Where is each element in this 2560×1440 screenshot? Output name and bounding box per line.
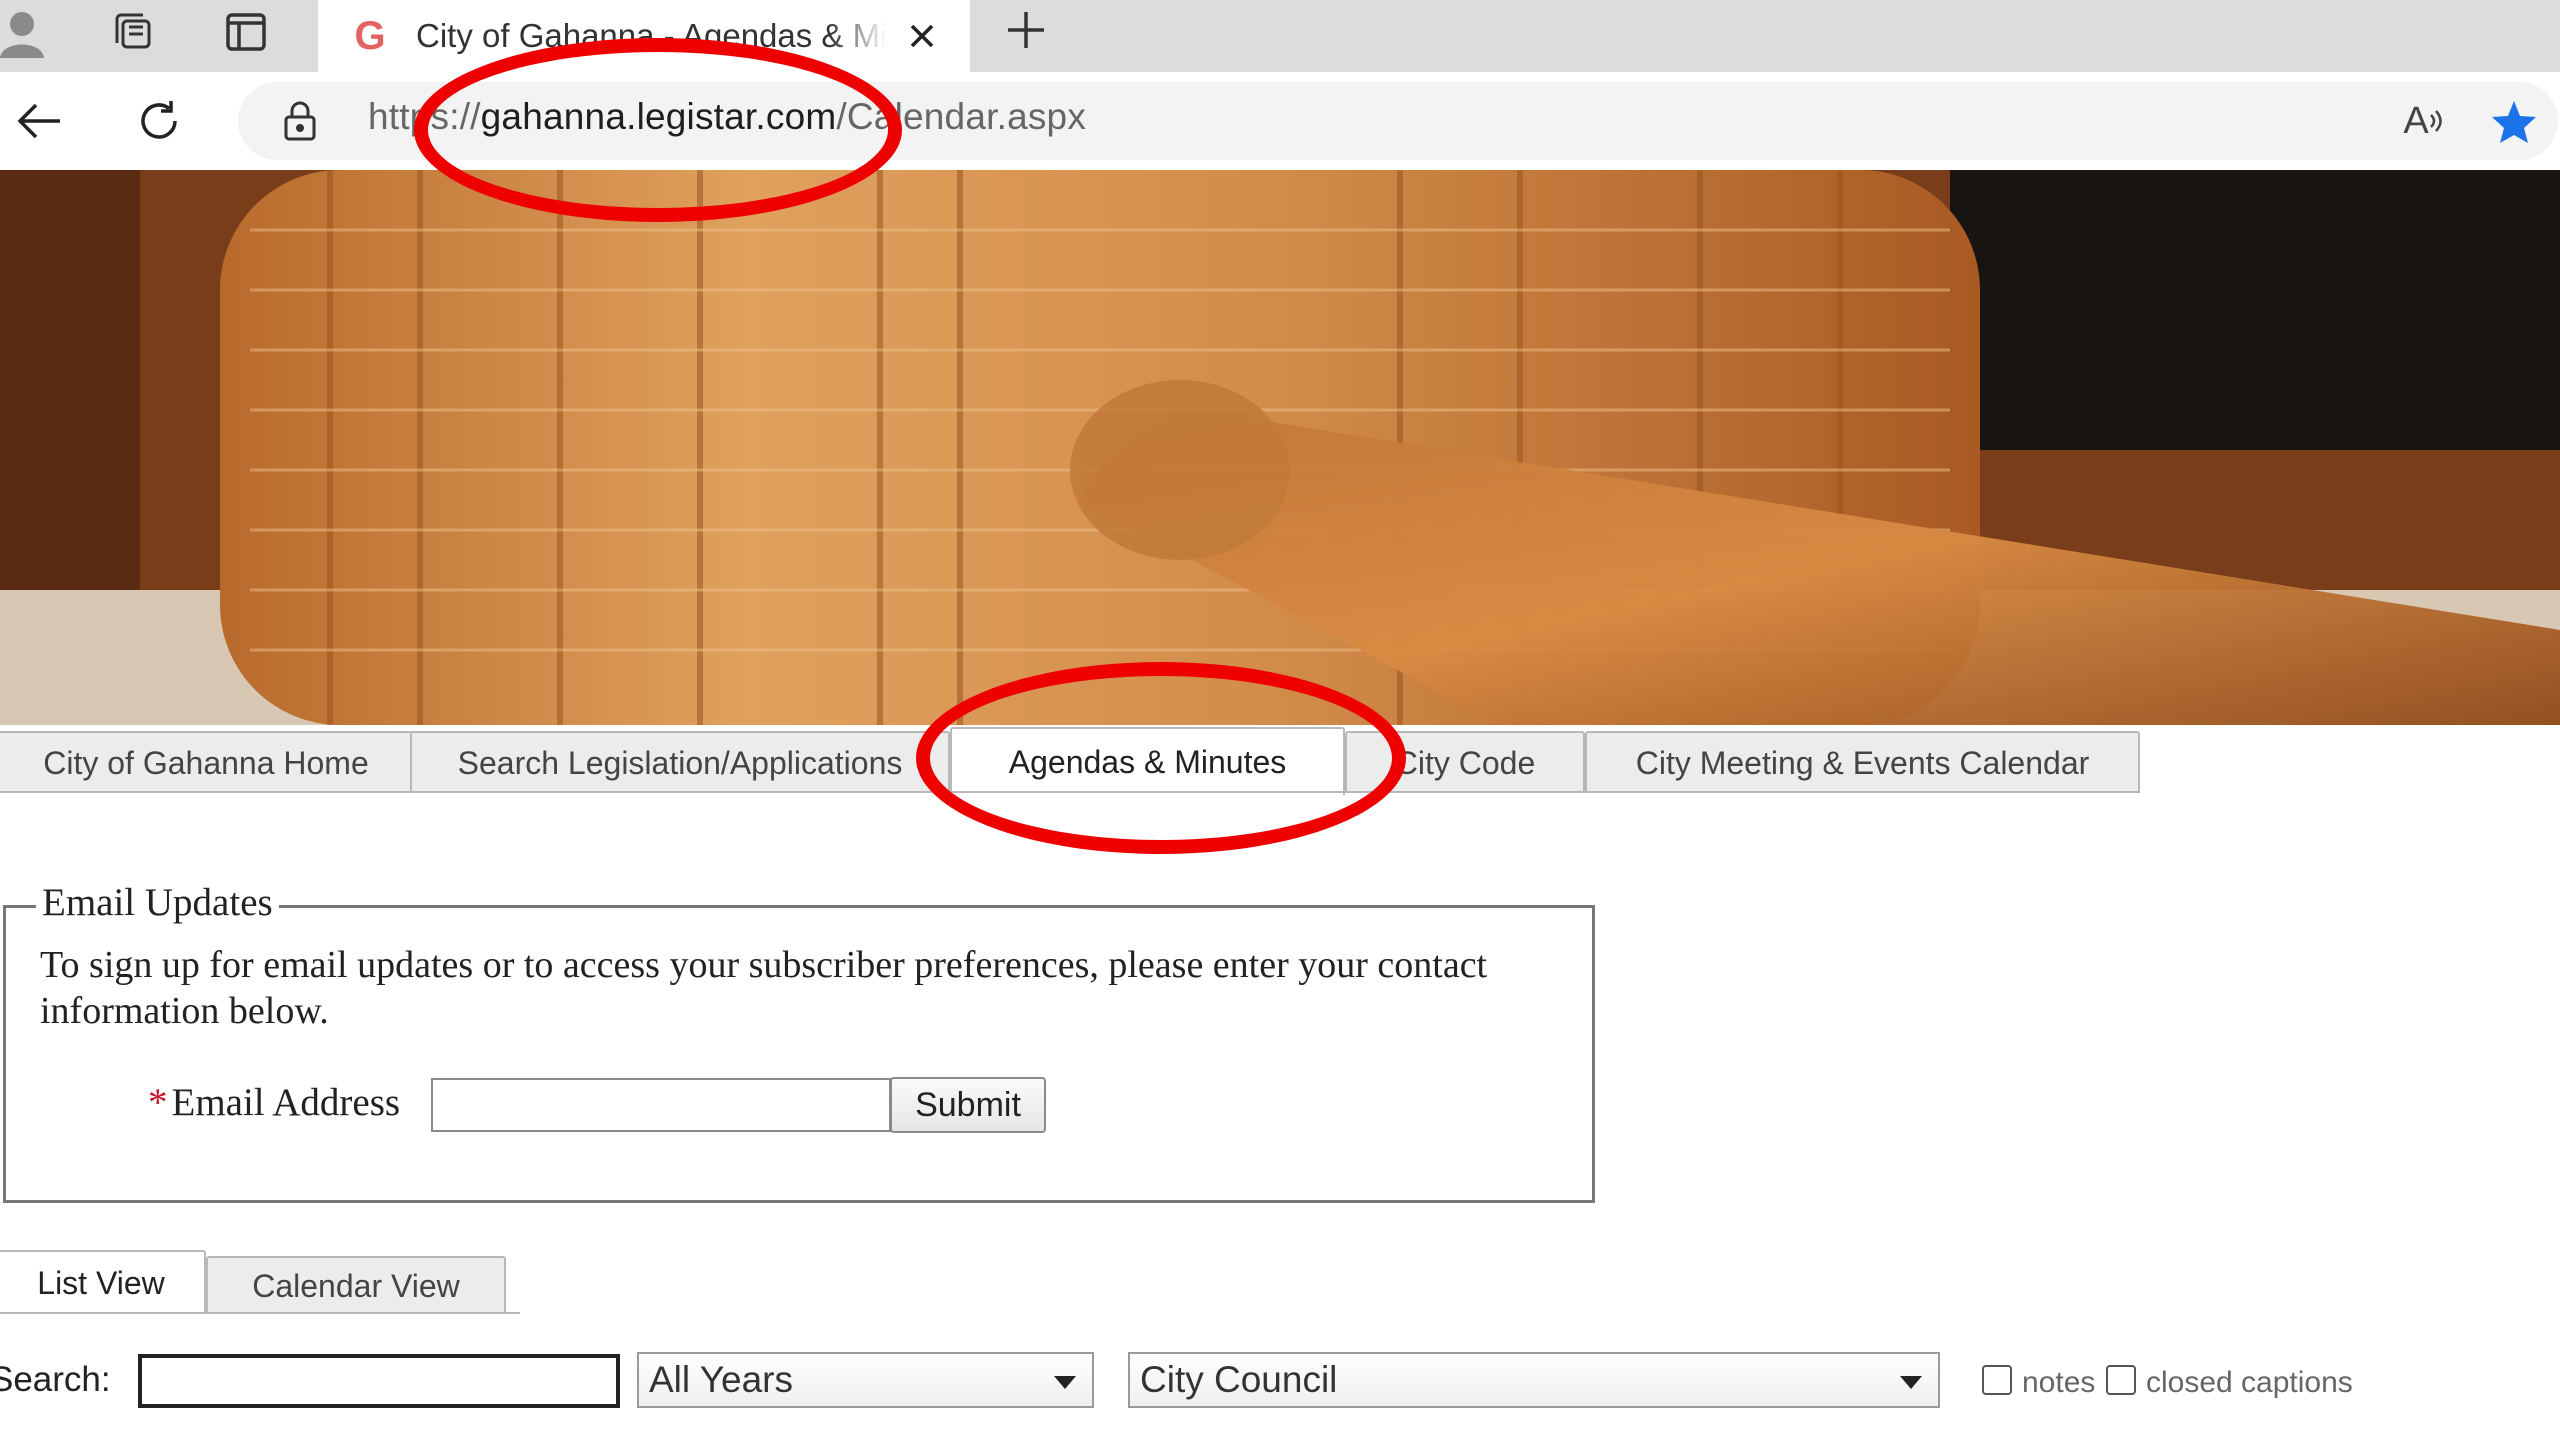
email-address-label-text: Email Address	[171, 1081, 401, 1124]
browser-tab-strip: G City of Gahanna - Agendas & Minutes	[0, 0, 2560, 72]
email-updates-legend: Email Updates	[36, 880, 279, 925]
url-path: /Calendar.aspx	[836, 96, 1087, 137]
email-address-label: * Email Address	[148, 1080, 400, 1125]
browser-tab-title: City of Gahanna - Agendas & Minutes	[416, 17, 886, 54]
tab-search-legislation[interactable]: Search Legislation/Applications	[410, 731, 950, 793]
closed-captions-checkbox[interactable]	[2106, 1365, 2136, 1395]
tab-city-code[interactable]: City Code	[1345, 731, 1585, 793]
url-text[interactable]: https://gahanna.legistar.com/Calendar.as…	[368, 96, 1086, 138]
year-select-value: All Years	[649, 1359, 793, 1400]
year-select[interactable]: All Years	[637, 1352, 1094, 1408]
view-tab-divider	[0, 1312, 520, 1314]
closed-captions-label: closed captions	[2146, 1366, 2353, 1399]
browser-toolbar: https://gahanna.legistar.com/Calendar.as…	[0, 72, 2560, 170]
tab-agendas-minutes[interactable]: Agendas & Minutes	[950, 727, 1345, 795]
back-arrow-icon	[17, 103, 60, 139]
search-input[interactable]	[138, 1354, 620, 1408]
read-aloud-glyph: A	[2403, 99, 2429, 142]
back-button[interactable]	[4, 86, 74, 156]
tab-city-home[interactable]: City of Gahanna Home	[0, 731, 416, 793]
vertical-tabs-icon[interactable]	[210, 0, 282, 64]
url-prefix: https://	[368, 96, 481, 137]
address-bar[interactable]: https://gahanna.legistar.com/Calendar.as…	[238, 82, 2558, 160]
hero-gavel-image	[0, 170, 2560, 725]
tab-calendar-view[interactable]: Calendar View	[206, 1256, 506, 1314]
site-favicon-icon: G	[354, 13, 386, 58]
body-select-value: City Council	[1140, 1359, 1338, 1400]
body-select[interactable]: City Council	[1128, 1352, 1940, 1408]
email-address-input[interactable]	[431, 1078, 891, 1132]
search-label: Search:	[0, 1360, 111, 1399]
new-tab-button[interactable]	[990, 0, 1062, 60]
submit-button[interactable]: Submit	[890, 1077, 1046, 1133]
notes-checkbox[interactable]	[1982, 1365, 2012, 1395]
url-host: gahanna.legistar.com	[480, 96, 837, 137]
site-navigation-tabs: City of Gahanna Home Search Legislation/…	[0, 725, 2560, 795]
favorite-star-icon[interactable]	[2484, 92, 2544, 152]
refresh-icon	[141, 101, 177, 139]
required-mark: *	[148, 1081, 168, 1124]
close-icon[interactable]	[900, 14, 944, 58]
tab-city-meeting-calendar[interactable]: City Meeting & Events Calendar	[1585, 731, 2140, 793]
read-aloud-icon[interactable]: A	[2394, 96, 2454, 146]
email-updates-description: To sign up for email updates or to acces…	[40, 944, 1488, 1032]
lock-icon[interactable]	[282, 100, 318, 147]
chevron-down-icon	[1054, 1376, 1076, 1389]
notes-label: notes	[2022, 1366, 2096, 1399]
refresh-button[interactable]	[124, 86, 194, 156]
collections-icon[interactable]	[96, 0, 168, 64]
chevron-down-icon	[1900, 1376, 1922, 1389]
profile-icon[interactable]	[0, 0, 58, 64]
plus-icon	[1008, 12, 1044, 48]
tab-list-view[interactable]: List View	[0, 1250, 206, 1314]
tab-divider	[0, 791, 2140, 793]
browser-tab-active[interactable]: G City of Gahanna - Agendas & Minutes	[318, 0, 970, 72]
